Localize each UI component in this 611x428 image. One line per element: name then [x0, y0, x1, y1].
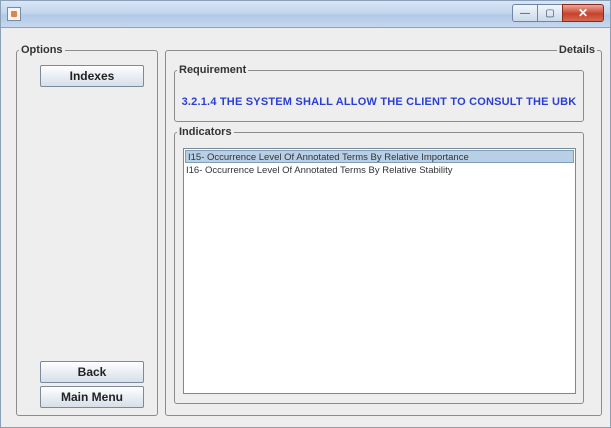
indicators-list[interactable]: I15- Occurrence Level Of Annotated Terms…: [183, 148, 576, 394]
minimize-button[interactable]: —: [512, 4, 538, 22]
list-item[interactable]: I15- Occurrence Level Of Annotated Terms…: [185, 150, 574, 163]
list-item[interactable]: I16- Occurrence Level Of Annotated Terms…: [184, 164, 575, 177]
requirement-panel: Requirement 3.2.1.4 THE SYSTEM SHALL ALL…: [174, 64, 584, 122]
indexes-button[interactable]: Indexes: [40, 65, 144, 87]
java-app-icon: [7, 7, 21, 21]
close-button[interactable]: ✕: [562, 4, 604, 22]
requirement-text: 3.2.1.4 THE SYSTEM SHALL ALLOW THE CLIEN…: [181, 96, 577, 108]
main-menu-button[interactable]: Main Menu: [40, 386, 144, 408]
title-bar[interactable]: — ▢ ✕: [1, 1, 610, 28]
options-legend: Options: [21, 44, 63, 56]
requirement-legend: Requirement: [179, 64, 247, 76]
maximize-button[interactable]: ▢: [537, 4, 563, 22]
details-legend: Details: [558, 44, 595, 56]
indicators-legend: Indicators: [179, 126, 232, 138]
back-button[interactable]: Back: [40, 361, 144, 383]
window-controls: — ▢ ✕: [512, 4, 604, 22]
